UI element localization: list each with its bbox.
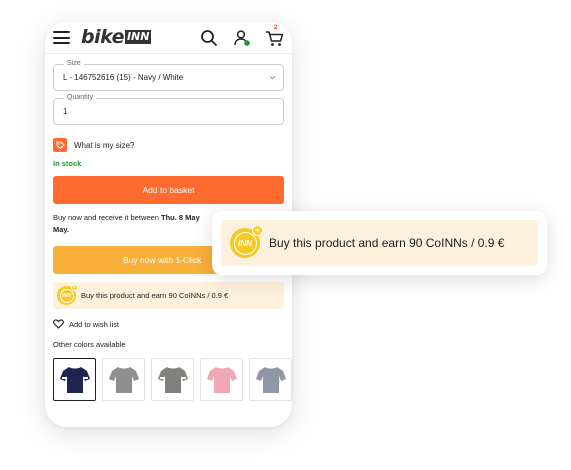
quantity-field[interactable]: Quantity 1 xyxy=(53,94,284,125)
size-value: L - 146752616 (15) - Navy / White xyxy=(63,73,184,82)
jersey-image xyxy=(108,366,139,393)
chevron-right-icon[interactable] xyxy=(269,370,281,392)
logo-text: bike xyxy=(81,26,124,48)
heart-icon xyxy=(53,319,64,329)
coinns-coin-badge: INN xyxy=(233,231,257,255)
jersey-image xyxy=(59,366,90,393)
plus-icon: + xyxy=(252,225,263,236)
coinns-banner: INN + Buy this product and earn 90 CoINN… xyxy=(53,282,284,309)
size-guide-label: What is my size? xyxy=(74,140,135,150)
user-account-icon[interactable] xyxy=(233,29,251,47)
site-logo[interactable]: bike INN xyxy=(81,26,152,48)
menu-icon[interactable] xyxy=(53,31,70,44)
wishlist-link[interactable]: Add to wish list xyxy=(53,319,119,329)
color-swatch-grey[interactable] xyxy=(102,358,145,401)
jersey-shape xyxy=(108,366,139,393)
logo-badge: INN xyxy=(124,30,152,44)
jersey-shape xyxy=(59,366,90,393)
color-swatch-dark-grey[interactable] xyxy=(151,358,194,401)
cart-icon xyxy=(266,31,284,46)
add-to-basket-button[interactable]: Add to basket xyxy=(53,176,284,204)
size-label: Size xyxy=(64,60,84,68)
other-colors-heading: Other colors available xyxy=(53,340,126,349)
coinns-popup: INN + Buy this product and earn 90 CoINN… xyxy=(212,211,547,275)
coinns-text: Buy this product and earn 90 CoINNs / 0.… xyxy=(81,291,229,300)
color-swatch-pink[interactable] xyxy=(200,358,243,401)
top-bar: bike INN 2 xyxy=(45,22,292,54)
coinns-coin-icon: INN + xyxy=(57,284,78,305)
color-swatch-navy[interactable] xyxy=(53,358,96,401)
cart-count-badge: 2 xyxy=(274,25,278,31)
size-guide-link[interactable]: What is my size? xyxy=(53,138,134,152)
jersey-image xyxy=(206,366,237,393)
cart-button[interactable]: 2 xyxy=(265,25,287,49)
quantity-label: Quantity xyxy=(64,94,97,102)
plus-icon: + xyxy=(71,284,78,291)
jersey-shape xyxy=(206,366,237,393)
delivery-date-from: Thu. 8 May xyxy=(160,213,200,222)
jersey-image xyxy=(157,366,188,393)
coinns-popup-banner: INN + Buy this product and earn 90 CoINN… xyxy=(221,220,538,266)
jersey-shape xyxy=(157,366,188,393)
color-swatches xyxy=(53,358,292,402)
stock-status: In stock xyxy=(53,159,82,168)
coinns-coin-badge: INN xyxy=(59,288,74,303)
delivery-estimate: Buy now and receive it between Thu. 8 Ma… xyxy=(53,212,213,236)
quantity-value: 1 xyxy=(63,107,68,116)
size-select[interactable]: Size L - 146752616 (15) - Navy / White xyxy=(53,60,284,91)
coinns-coin-icon: INN + xyxy=(230,225,263,258)
delivery-date-to: May. xyxy=(53,225,70,234)
tag-icon xyxy=(53,138,67,152)
wishlist-label: Add to wish list xyxy=(69,319,120,329)
coinns-popup-text: Buy this product and earn 90 CoINNs / 0.… xyxy=(269,236,505,250)
search-icon[interactable] xyxy=(200,29,218,47)
chevron-down-icon xyxy=(269,75,276,80)
delivery-prefix: Buy now and receive it between xyxy=(53,213,161,222)
